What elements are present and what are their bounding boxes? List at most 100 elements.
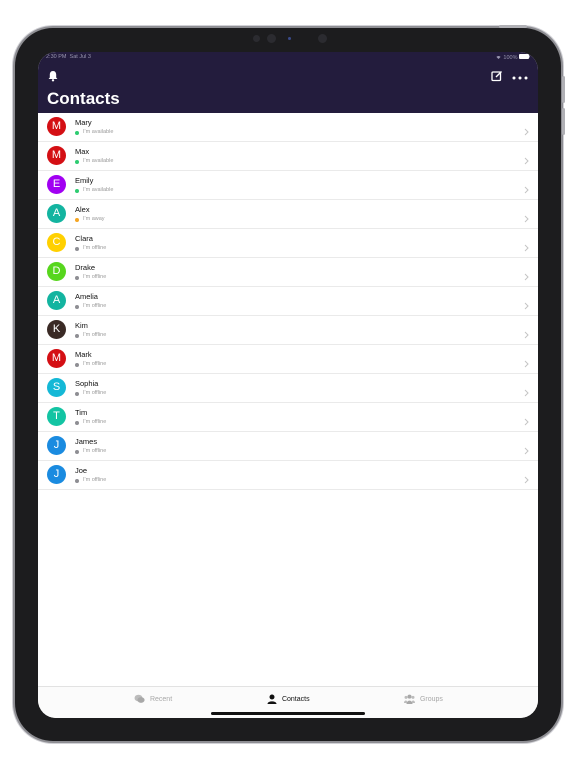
camera-flash (288, 37, 291, 40)
contact-row-max[interactable]: M Max I'm available (38, 142, 538, 171)
presence-dot (75, 421, 79, 425)
presence-status: I'm offline (83, 361, 107, 367)
chevron-right-icon (524, 210, 529, 223)
contact-row-emily[interactable]: E Emily I'm available (38, 171, 538, 200)
top-button (499, 25, 527, 28)
avatar: A (47, 291, 66, 310)
contact-row-mark[interactable]: M Mark I'm offline (38, 345, 538, 374)
avatar: E (47, 175, 66, 194)
tab-groups[interactable]: Groups (404, 694, 443, 708)
presence-status: I'm away (83, 216, 105, 222)
avatar: C (47, 233, 66, 252)
avatar: M (47, 146, 66, 165)
contact-list: M Mary I'm available M Max I'm available… (38, 113, 538, 490)
contact-row-kim[interactable]: K Kim I'm offline (38, 316, 538, 345)
contact-name: Mary (75, 118, 92, 127)
chevron-right-icon (524, 384, 529, 397)
contact-row-joe[interactable]: J Joe I'm offline (38, 461, 538, 490)
contact-name: James (75, 437, 98, 446)
presence-status: I'm offline (83, 477, 107, 483)
contact-row-tim[interactable]: T Tim I'm offline (38, 403, 538, 432)
presence-status: I'm offline (83, 419, 107, 425)
status-date: Sat Jul 3 (69, 54, 91, 60)
person-icon (267, 694, 279, 704)
presence-status: I'm available (83, 129, 114, 135)
avatar: J (47, 436, 66, 455)
status-bar: 2:30 PM Sat Jul 3 100% (46, 54, 530, 64)
presence-status: I'm offline (83, 332, 107, 338)
tab-contacts[interactable]: Contacts (267, 694, 310, 708)
chevron-right-icon (524, 152, 529, 165)
app-screen: 2:30 PM Sat Jul 3 100% Contacts M Mary I… (38, 52, 538, 718)
battery-icon (519, 54, 530, 61)
avatar: T (47, 407, 66, 426)
contact-row-drake[interactable]: D Drake I'm offline (38, 258, 538, 287)
volume-down-button (562, 108, 565, 135)
contact-row-mary[interactable]: M Mary I'm available (38, 113, 538, 142)
tab-groups-label: Groups (419, 695, 443, 703)
presence-dot (75, 479, 79, 483)
presence-dot (75, 218, 79, 222)
contact-name: Alex (75, 205, 90, 214)
presence-dot (75, 363, 79, 367)
presence-status: I'm offline (83, 390, 107, 396)
contact-name: Mark (75, 350, 92, 359)
contact-name: Sophia (75, 379, 99, 388)
chevron-right-icon (524, 123, 529, 136)
tab-bar: Recent Contacts Groups (38, 686, 538, 718)
presence-status: I'm available (83, 187, 114, 193)
more-icon[interactable] (512, 70, 528, 80)
presence-dot (75, 305, 79, 309)
contact-row-clara[interactable]: C Clara I'm offline (38, 229, 538, 258)
home-indicator[interactable] (211, 712, 365, 715)
tab-contacts-label: Contacts (281, 695, 310, 703)
contact-name: Amelia (75, 292, 98, 301)
chevron-right-icon (524, 239, 529, 252)
presence-dot (75, 450, 79, 454)
compose-icon[interactable] (491, 69, 503, 82)
avatar: K (47, 320, 66, 339)
battery-percent: 100% (503, 55, 518, 61)
camera-lens (267, 34, 276, 43)
camera-sensor-right (318, 34, 327, 43)
presence-status: I'm offline (83, 303, 107, 309)
presence-status: I'm available (83, 158, 114, 164)
camera-sensor (253, 35, 260, 42)
contact-name: Joe (75, 466, 88, 475)
avatar: M (47, 117, 66, 136)
tab-recent[interactable]: Recent (134, 694, 172, 708)
contact-name: Kim (75, 321, 88, 330)
chevron-right-icon (524, 326, 529, 339)
status-right: 100% (495, 54, 530, 61)
presence-status: I'm offline (83, 448, 107, 454)
status-time-date: 2:30 PM Sat Jul 3 (46, 54, 91, 60)
chevron-right-icon (524, 181, 529, 194)
presence-dot (75, 131, 79, 135)
bell-icon[interactable] (47, 69, 59, 82)
chevron-right-icon (524, 471, 529, 484)
chevron-right-icon (524, 268, 529, 281)
avatar: M (47, 349, 66, 368)
avatar: D (47, 262, 66, 281)
app-header: 2:30 PM Sat Jul 3 100% Contacts (38, 52, 538, 113)
presence-dot (75, 247, 79, 251)
presence-dot (75, 160, 79, 164)
tab-recent-label: Recent (149, 695, 173, 703)
avatar: S (47, 378, 66, 397)
presence-dot (75, 189, 79, 193)
contact-row-alex[interactable]: A Alex I'm away (38, 200, 538, 229)
chevron-right-icon (524, 297, 529, 310)
presence-dot (75, 334, 79, 338)
contact-row-sophia[interactable]: S Sophia I'm offline (38, 374, 538, 403)
status-time: 2:30 PM (46, 54, 67, 60)
volume-up-button (562, 76, 565, 103)
presence-status: I'm offline (83, 274, 107, 280)
presence-dot (75, 392, 79, 396)
contact-row-james[interactable]: J James I'm offline (38, 432, 538, 461)
group-icon (404, 694, 417, 704)
chat-bubbles-icon (134, 694, 147, 703)
avatar: J (47, 465, 66, 484)
contact-row-amelia[interactable]: A Amelia I'm offline (38, 287, 538, 316)
chevron-right-icon (524, 442, 529, 455)
avatar: A (47, 204, 66, 223)
